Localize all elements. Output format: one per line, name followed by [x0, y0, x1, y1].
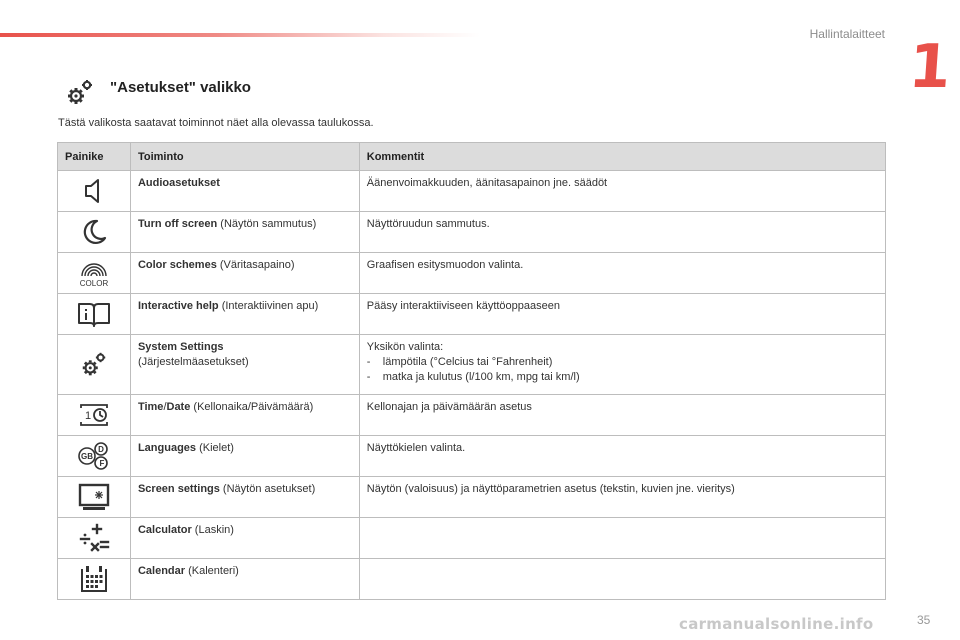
comment-cell: Pääsy interaktiiviseen käyttöoppaaseen: [358, 293, 887, 335]
icon-cell: COLOR: [57, 252, 131, 294]
comment-cell: Graafisen esitysmuodon valinta.: [358, 252, 887, 294]
function-name: Screen settings: [137, 483, 220, 495]
comment-cell: Näyttöruudun sammutus.: [358, 211, 887, 253]
function-cell: Screen settings (Näytön asetukset): [129, 476, 360, 518]
screen-icon: [78, 483, 110, 510]
watermark: carmanualsonline.info: [679, 615, 874, 633]
function-name: Color schemes: [137, 259, 217, 271]
table-row: COLOR Color schemes (Väritasapaino) Graa…: [57, 252, 887, 294]
table-row: Interactive help (Interaktiivinen apu) P…: [57, 293, 887, 335]
comment-cell: Yksikön valinta: - lämpötila (°Celcius ta…: [358, 334, 887, 395]
book-icon: [77, 303, 110, 327]
comment-bullet: - matka ja kulutus (l/100 km, mpg tai km/…: [366, 371, 580, 383]
function-cell: System Settings (Järjestelmäasetukset): [129, 334, 360, 395]
icon-cell: D GB F: [57, 435, 131, 477]
function-cell: Interactive help (Interaktiivinen apu): [129, 293, 360, 335]
table-row: Audioasetukset Äänenvoimakkuuden, äänita…: [57, 170, 887, 212]
language-label-gb: GB: [81, 452, 93, 461]
table-row: Calculator (Laskin): [57, 517, 887, 559]
chapter-number: 1: [906, 32, 954, 102]
function-description: (Laskin): [191, 524, 234, 536]
function-description: (Kellonaika/Päivämäärä): [190, 401, 314, 413]
comment-cell: Äänenvoimakkuuden, äänitasapainon jne. s…: [358, 170, 887, 212]
icon-cell: [57, 558, 131, 600]
function-name: Time: [137, 401, 164, 413]
function-description: (Kalenteri): [185, 565, 239, 577]
language-label-d: D: [98, 445, 104, 454]
icon-cell: [57, 517, 131, 559]
table-row: D GB F Languages (Kielet) Näyttökielen v…: [57, 435, 887, 477]
column-header-painike: Painike: [57, 142, 131, 171]
function-cell: Calculator (Laskin): [129, 517, 360, 559]
function-name: Date: [166, 401, 191, 413]
column-header-kommentit: Kommentit: [358, 142, 887, 171]
table-row: Screen settings (Näytön asetukset) Näytö…: [57, 476, 887, 518]
gears-icon: [68, 80, 92, 104]
section-title: "Asetukset" valikko: [110, 79, 251, 96]
icon-cell: [57, 476, 131, 518]
clock-icon-label: 1: [85, 410, 91, 422]
comment-cell: Kellonajan ja päivämäärän asetus: [358, 394, 887, 436]
function-description: (Interaktiivinen apu): [218, 300, 319, 312]
function-name: Audioasetukset: [137, 177, 220, 189]
function-description: (Näytön sammutus): [217, 218, 317, 230]
calculator-icon: [79, 523, 110, 552]
comment-text: Yksikön valinta:: [366, 341, 444, 353]
function-description: (Kielet): [196, 442, 234, 454]
icon-cell: [57, 211, 131, 253]
function-cell: Color schemes (Väritasapaino): [129, 252, 360, 294]
comment-cell: Näytön (valoisuus) ja näyttöparametrien …: [358, 476, 887, 518]
header-accent-bar: [0, 33, 480, 37]
table-header-row: Painike Toiminto Kommentit: [57, 142, 887, 171]
calendar-icon: [80, 566, 107, 592]
moon-icon: [83, 219, 107, 245]
color-icon-label: COLOR: [80, 279, 109, 288]
table-row: 1 Time/Date (Kellonaika/Päivämäärä) Kell…: [57, 394, 887, 436]
comment-bullet: - lämpötila (°Celcius tai °Fahrenheit): [366, 356, 553, 368]
comment-cell: [358, 517, 887, 559]
function-description: (Järjestelmäasetukset): [137, 356, 249, 368]
languages-icon: D GB F: [78, 442, 108, 470]
function-cell: Languages (Kielet): [129, 435, 360, 477]
icon-cell: [57, 293, 131, 335]
column-header-toiminto: Toiminto: [129, 142, 360, 171]
icon-cell: [57, 170, 131, 212]
function-description: (Väritasapaino): [216, 259, 295, 271]
table-row: Turn off screen (Näytön sammutus) Näyttö…: [57, 211, 887, 253]
clock-icon: 1: [80, 404, 108, 426]
settings-table: Painike Toiminto Kommentit Audioasetukse…: [57, 142, 887, 600]
speaker-icon: [84, 179, 99, 203]
function-name: Turn off screen: [137, 218, 218, 230]
function-description: (Näytön asetukset): [219, 483, 316, 495]
function-cell: Time/Date (Kellonaika/Päivämäärä): [129, 394, 360, 436]
function-name: Calculator: [137, 524, 192, 536]
function-cell: Audioasetukset: [129, 170, 360, 212]
language-label-f: F: [100, 459, 105, 468]
icon-cell: [57, 334, 131, 395]
table-row: Calendar (Kalenteri): [57, 558, 887, 600]
function-name: Calendar: [137, 565, 186, 577]
function-name: Interactive help: [137, 300, 219, 312]
function-name: Languages: [137, 442, 197, 454]
table-row: System Settings (Järjestelmäasetukset) Yk…: [57, 334, 887, 395]
icon-cell: 1: [57, 394, 131, 436]
page-number: 35: [917, 613, 931, 627]
color-icon: COLOR: [80, 263, 109, 288]
function-name: System Settings: [137, 341, 224, 353]
function-cell: Turn off screen (Näytön sammutus): [129, 211, 360, 253]
comment-cell: Näyttökielen valinta.: [358, 435, 887, 477]
gears-icon: [82, 352, 106, 375]
section-intro: Tästä valikosta saatavat toiminnot näet …: [58, 117, 374, 129]
comment-cell: [358, 558, 887, 600]
function-cell: Calendar (Kalenteri): [129, 558, 360, 600]
chapter-title: Hallintalaitteet: [809, 27, 885, 41]
